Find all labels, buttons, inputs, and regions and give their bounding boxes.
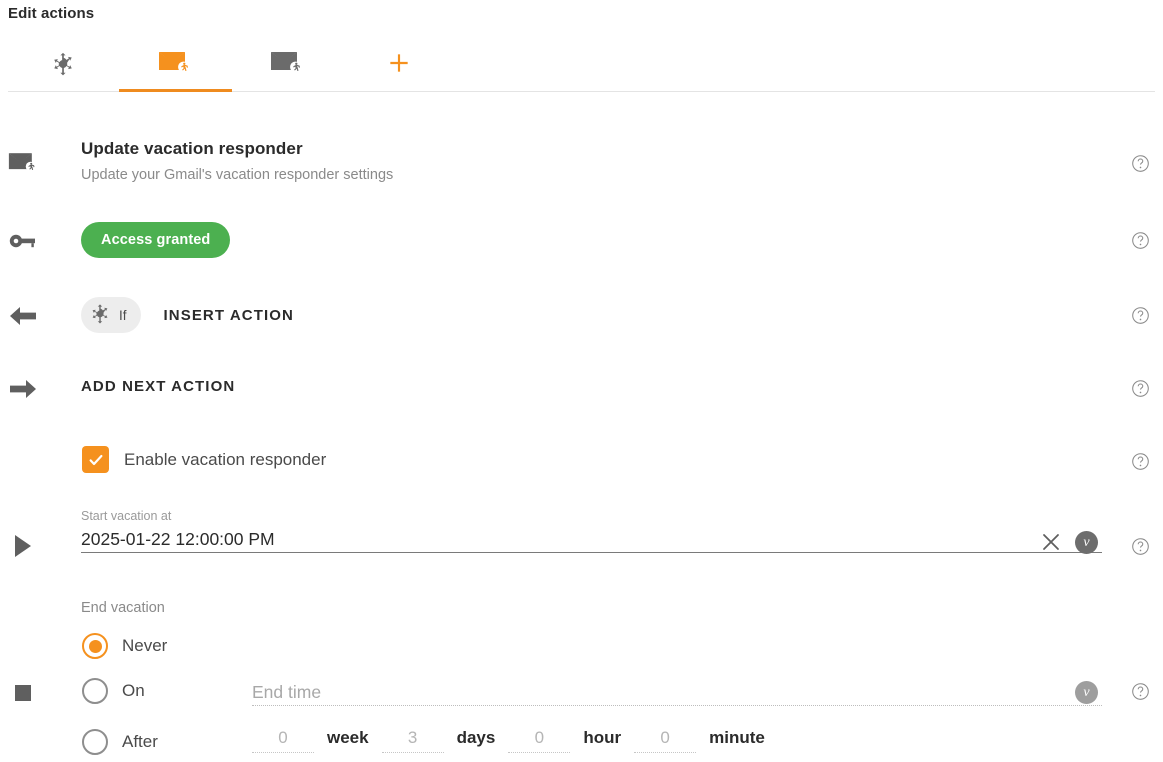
access-granted-badge[interactable]: Access granted [81, 222, 231, 258]
action-header: Update vacation responder Update your Gm… [81, 138, 393, 186]
gutter-arrow-left-icon [8, 301, 38, 331]
start-vacation-underline [81, 552, 1102, 553]
help-icon[interactable] [1131, 537, 1150, 556]
end-vacation-option-on[interactable]: On [82, 678, 145, 704]
duration-minute-input[interactable]: 0 [634, 728, 697, 753]
branch-icon [89, 302, 111, 329]
start-variable-badge[interactable]: v [1075, 531, 1098, 554]
end-vacation-option-after[interactable]: After [82, 729, 158, 755]
mail-runner-icon [270, 50, 304, 81]
action-subtitle: Update your Gmail's vacation responder s… [81, 167, 394, 183]
gutter-arrow-right-icon [8, 374, 38, 404]
end-vacation-label: End vacation [81, 600, 165, 616]
radio-on-label: On [122, 681, 145, 700]
mail-runner-icon [158, 50, 192, 81]
tab-mail-action-2[interactable] [231, 40, 343, 91]
duration-week-unit: week [327, 728, 369, 747]
page-title: Edit actions [8, 5, 95, 22]
enable-vacation-responder-checkbox[interactable] [82, 446, 109, 473]
if-chip-label: If [119, 307, 127, 323]
radio-never[interactable] [82, 633, 108, 659]
end-time-underline [252, 705, 1102, 706]
tab-branch[interactable] [7, 40, 119, 91]
close-icon[interactable] [1040, 531, 1062, 553]
help-icon[interactable] [1131, 452, 1150, 471]
add-next-action-button[interactable]: ADD NEXT ACTION [81, 378, 235, 395]
branch-icon [50, 50, 76, 81]
radio-on[interactable] [82, 678, 108, 704]
end-time-variable-badge[interactable]: v [1075, 681, 1098, 704]
duration-week: 0 week [252, 728, 382, 753]
tab-bar [0, 40, 1163, 92]
duration-row: 0 week 3 days 0 hour 0 minute [252, 728, 778, 753]
duration-minute-unit: minute [709, 728, 765, 747]
duration-hour: 0 hour [508, 728, 634, 753]
help-icon[interactable] [1131, 231, 1150, 250]
help-icon[interactable] [1131, 379, 1150, 398]
help-icon[interactable] [1131, 682, 1150, 701]
radio-after[interactable] [82, 729, 108, 755]
help-icon[interactable] [1131, 154, 1150, 173]
insert-action-button[interactable]: INSERT ACTION [164, 307, 294, 324]
enable-vacation-responder-label: Enable vacation responder [124, 449, 327, 469]
duration-days: 3 days [381, 728, 509, 753]
gutter-key-icon [8, 226, 38, 256]
if-chip[interactable]: If [81, 297, 141, 333]
radio-never-label: Never [122, 636, 168, 655]
duration-week-input[interactable]: 0 [252, 728, 314, 753]
help-icon[interactable] [1131, 306, 1150, 325]
radio-after-label: After [122, 732, 158, 751]
tab-mail-action-1[interactable] [119, 40, 231, 91]
start-vacation-value[interactable]: 2025-01-22 12:00:00 PM [81, 524, 1102, 552]
duration-days-input[interactable]: 3 [381, 728, 444, 753]
tab-add[interactable] [343, 40, 455, 91]
action-title: Update vacation responder [81, 139, 303, 158]
gutter-mail-runner-icon [8, 148, 38, 178]
enable-vacation-responder-row: Enable vacation responder [82, 446, 326, 473]
plus-icon [386, 50, 412, 81]
gutter-play-icon [8, 531, 38, 561]
end-time-placeholder: End time [252, 682, 322, 702]
start-vacation-field[interactable]: Start vacation at 2025-01-22 12:00:00 PM [81, 508, 1102, 553]
duration-days-unit: days [456, 728, 496, 747]
gutter-stop-icon [8, 678, 38, 708]
start-vacation-label: Start vacation at [81, 509, 172, 523]
duration-hour-input[interactable]: 0 [508, 728, 571, 753]
end-vacation-option-never[interactable]: Never [82, 633, 167, 659]
insert-action-row: If INSERT ACTION [81, 297, 294, 333]
end-time-field[interactable]: End time [252, 679, 1102, 706]
active-tab-indicator [119, 89, 232, 92]
edit-actions-page: Edit actions Update vacation responder U… [0, 0, 1163, 762]
duration-hour-unit: hour [583, 728, 622, 747]
duration-minute: 0 minute [634, 728, 778, 753]
